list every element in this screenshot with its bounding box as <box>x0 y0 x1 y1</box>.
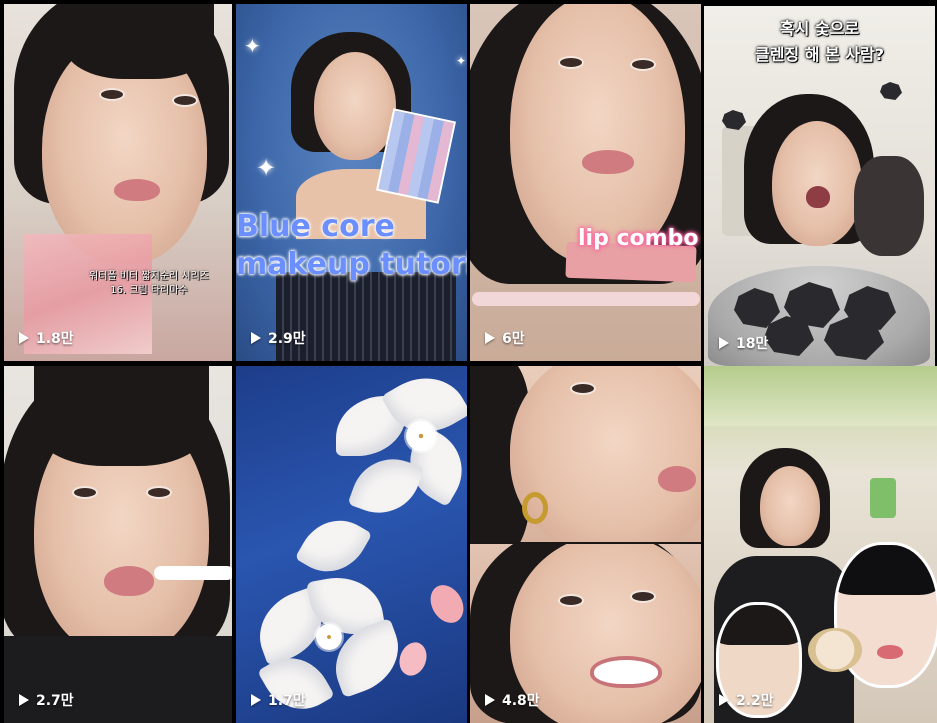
lip-pencil-shape <box>472 292 700 306</box>
lips-shape <box>114 179 160 201</box>
upper-panel <box>470 366 701 542</box>
flower-petal-shape <box>294 506 373 586</box>
eye-shape <box>630 58 656 71</box>
view-count: 18만 <box>719 333 768 353</box>
face-shape <box>510 4 685 264</box>
face-shape <box>760 466 820 546</box>
overlay-line-2: makeup tutoria <box>236 246 467 282</box>
video-tile-5[interactable]: 2.7만 <box>4 366 232 723</box>
bangs-shape <box>64 4 214 79</box>
caption-line-1: 워터폴 비터 짧지순리 시리즈 <box>89 271 209 282</box>
video-tile-6[interactable]: 1.7만 <box>236 366 467 723</box>
view-count-text: 2.9만 <box>268 331 306 347</box>
smile-shape <box>590 656 662 688</box>
video-tile-1[interactable]: 워터폴 비터 짧지순리 시리즈 16. 크림 타리마수 1.8만 <box>4 4 232 361</box>
video-thumbnail <box>704 366 937 723</box>
sparkle-icon: ✦ <box>456 54 467 68</box>
store-sign-shape <box>870 478 896 518</box>
video-thumbnail: 혹시 숯으로 클렌징 해 본 사람? <box>704 6 935 366</box>
view-count-text: 4.8만 <box>502 693 540 709</box>
face-shape <box>314 52 396 160</box>
eye-shape <box>172 94 198 107</box>
video-tile-8[interactable]: 2.2만 <box>704 366 937 723</box>
view-count-text: 1.7만 <box>268 693 306 709</box>
video-title-overlay: Blue core makeup tutoria <box>236 208 467 283</box>
video-thumbnail <box>236 366 467 723</box>
face-shape <box>772 121 862 246</box>
video-thumbnail: lip combo <box>470 4 701 361</box>
eye-shape <box>570 382 596 395</box>
eye-shape <box>630 590 656 603</box>
video-tile-2[interactable]: ✦ ✦ ✦ ✦ Blue core makeup tutoria 2.9만 <box>236 4 467 361</box>
play-icon <box>251 694 261 706</box>
video-tile-3[interactable]: lip combo 6만 <box>470 4 701 361</box>
video-grid: 워터폴 비터 짧지순리 시리즈 16. 크림 타리마수 1.8만 ✦ ✦ ✦ ✦… <box>0 0 937 723</box>
eye-shape <box>558 56 584 69</box>
view-count-text: 1.8만 <box>36 331 74 347</box>
caption-line-2: 클렌징 해 본 사람? <box>754 44 885 64</box>
charcoal-rock-icon <box>880 82 902 100</box>
lip-pencil-shape <box>154 566 232 580</box>
lips-shape <box>877 645 903 659</box>
view-count-text: 2.7만 <box>36 693 74 709</box>
video-tile-4[interactable]: 혹시 숯으로 클렌징 해 본 사람? 18만 <box>704 6 935 366</box>
cushion-compact-shape <box>808 628 862 672</box>
view-count: 2.2만 <box>719 690 774 710</box>
sparkle-icon: ✦ <box>256 154 277 182</box>
video-thumbnail: ✦ ✦ ✦ ✦ Blue core makeup tutoria <box>236 4 467 361</box>
video-thumbnail <box>470 366 701 723</box>
eye-shape <box>558 594 584 607</box>
video-thumbnail <box>4 366 232 723</box>
sparkle-icon: ✦ <box>244 34 261 58</box>
video-caption: 혹시 숯으로 클렌징 해 본 사람? <box>704 16 935 67</box>
lips-shape <box>104 566 154 596</box>
hair-shape <box>837 545 937 595</box>
view-count: 4.8만 <box>485 690 540 710</box>
eye-shape <box>146 486 172 499</box>
flower-bud-shape <box>424 579 467 629</box>
eye-shape <box>72 486 98 499</box>
flower-center-shape <box>406 421 436 451</box>
hair-shape <box>719 605 799 645</box>
caption-line-1: 혹시 숯으로 <box>779 19 860 38</box>
ceiling-shape <box>704 366 937 426</box>
video-caption: 워터폴 비터 짧지순리 시리즈 16. 크림 타리마수 <box>64 270 232 298</box>
play-icon <box>719 337 729 349</box>
view-count-text: 2.2만 <box>736 693 774 709</box>
play-icon <box>485 694 495 706</box>
view-count: 6만 <box>485 328 525 348</box>
play-icon <box>19 694 29 706</box>
hand-shape <box>854 156 924 256</box>
view-count-text: 6만 <box>502 331 525 347</box>
play-icon <box>19 332 29 344</box>
flower-bud-shape <box>394 638 432 680</box>
view-count: 2.9만 <box>251 328 306 348</box>
view-count: 2.7만 <box>19 690 74 710</box>
lips-shape <box>658 466 696 492</box>
video-title-overlay: lip combo <box>578 226 699 251</box>
lips-shape <box>806 186 830 208</box>
earring-shape <box>522 492 548 524</box>
view-count: 1.8만 <box>19 328 74 348</box>
video-thumbnail: 워터폴 비터 짧지순리 시리즈 16. 크림 타리마수 <box>4 4 232 361</box>
view-count-text: 18만 <box>736 336 769 352</box>
bangs-shape <box>34 366 209 466</box>
overlay-line-1: Blue core <box>236 209 395 244</box>
flower-center-shape <box>316 624 342 650</box>
caption-line-2: 16. 크림 타리마수 <box>110 285 188 296</box>
play-icon <box>719 694 729 706</box>
video-tile-7[interactable]: 4.8만 <box>470 366 701 723</box>
lips-shape <box>582 150 634 174</box>
view-count: 1.7만 <box>251 690 306 710</box>
eye-shape <box>99 88 125 101</box>
play-icon <box>251 332 261 344</box>
play-icon <box>485 332 495 344</box>
